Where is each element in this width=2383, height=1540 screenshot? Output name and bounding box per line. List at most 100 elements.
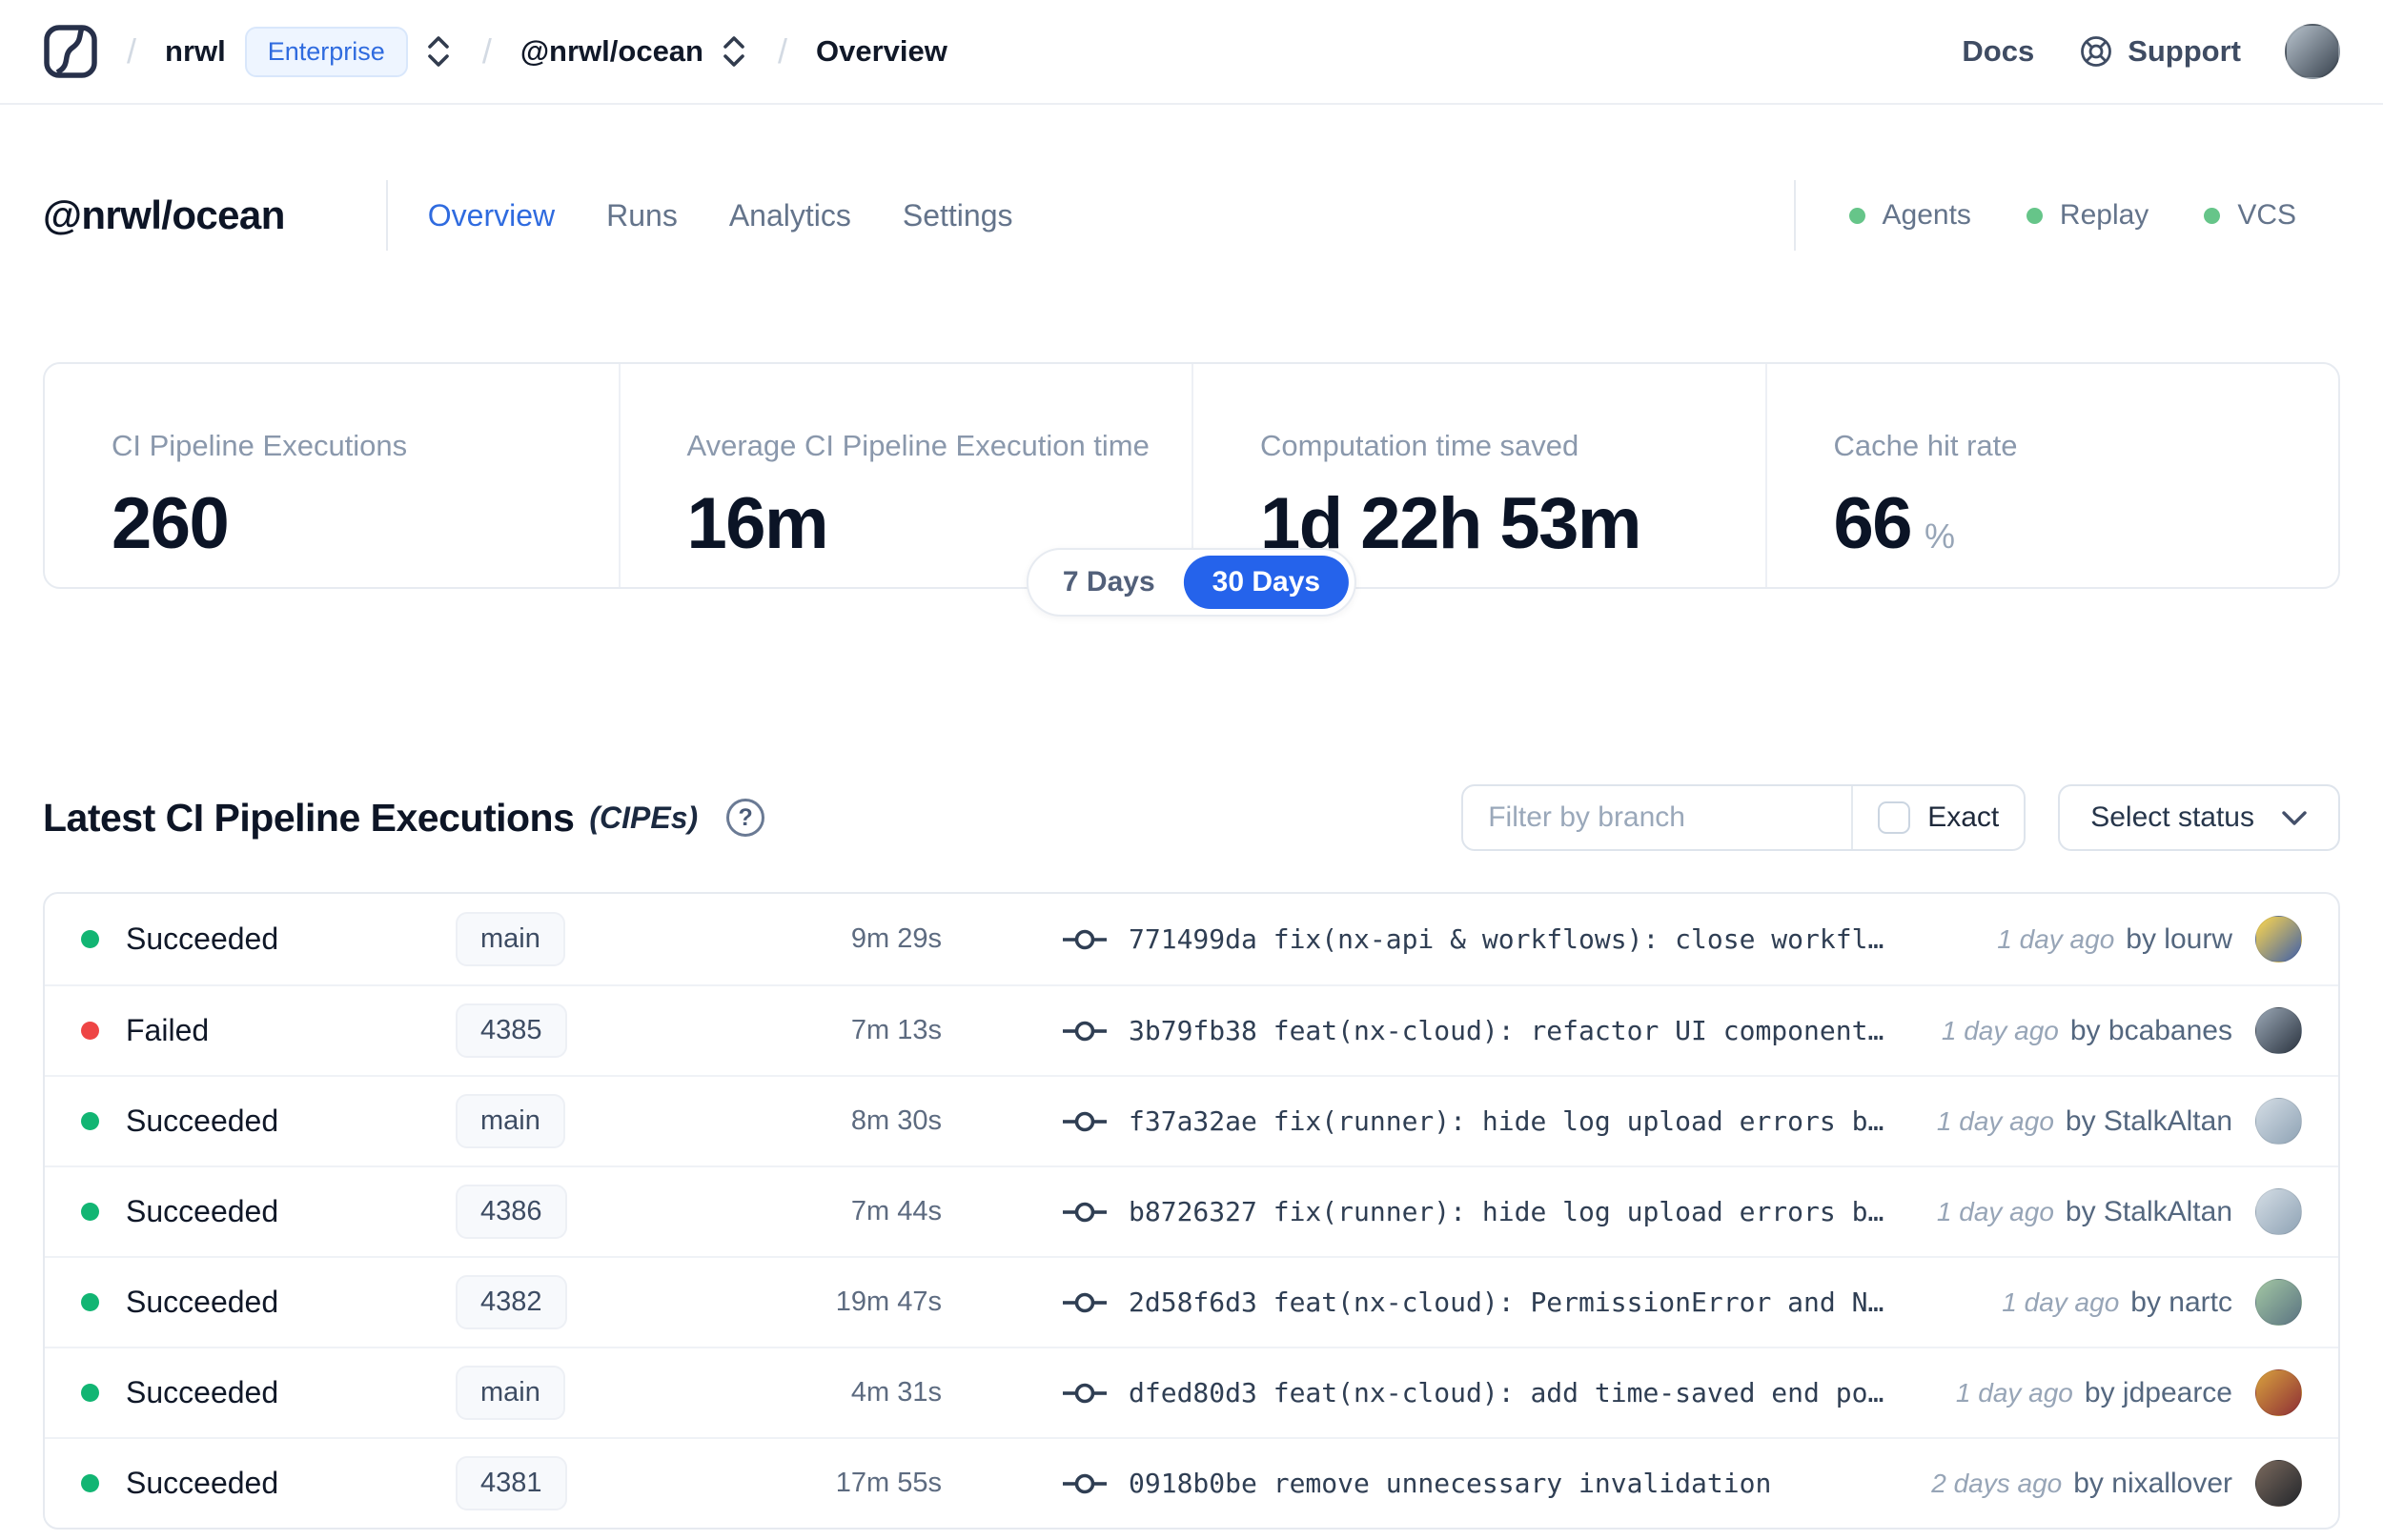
commit-cell: f37a32ae fix(runner): hide log upload er… [1062,1105,1908,1137]
branch-badge: 4385 [456,1003,567,1058]
exact-checkbox[interactable] [1878,801,1911,834]
breadcrumb-separator: / [481,31,492,71]
cipe-status: Succeeded [126,922,279,956]
cipe-status: Succeeded [126,1285,279,1319]
header-divider [385,180,388,251]
cipe-meta: 1 day ago by bcabanes [1942,1007,2302,1054]
status-vcs[interactable]: VCS [2204,199,2296,232]
branch-badge: 4381 [456,1456,567,1510]
commit-cell: 3b79fb38 feat(nx-cloud): refactor UI com… [1062,1015,1913,1046]
author-avatar [2255,1188,2302,1235]
breadcrumb-page: Overview [816,34,947,68]
commit-hash: 2d58f6d3 [1129,1287,1257,1318]
cipe-meta: 1 day ago by StalkAltan [1937,1098,2302,1145]
status-dot [81,1203,99,1221]
breadcrumb: / nrwl Enterprise / @nrwl/ocean / Overvi… [43,24,947,79]
branch-filter-input[interactable] [1463,786,1852,849]
tab-settings[interactable]: Settings [903,198,1013,233]
enterprise-badge: Enterprise [244,26,408,77]
branch-column: main [456,1094,661,1148]
breadcrumb-separator: / [127,31,137,71]
exact-match-control: Exact [1851,786,2024,849]
cipe-duration: 9m 29s [850,923,942,954]
workspace-switcher-icon[interactable] [719,30,749,72]
commit-hash: 3b79fb38 [1129,1015,1257,1046]
commit-message: feat(nx-cloud): refactor UI component… [1273,1015,1884,1046]
cipe-row[interactable]: Succeeded main 9m 29s 771499da fix(nx-ap… [45,894,2338,984]
range-7days-button[interactable]: 7 Days [1034,556,1184,609]
breadcrumb-workspace[interactable]: @nrwl/ocean [520,30,749,72]
commit-icon [1062,1018,1108,1044]
status-select-dropdown[interactable]: Select status [2058,784,2340,851]
nx-cloud-app: / nrwl Enterprise / @nrwl/ocean / Overvi… [0,0,2383,1540]
status-agents[interactable]: Agents [1848,199,1971,232]
vcs-status-dot [2204,207,2221,224]
tab-analytics[interactable]: Analytics [729,198,851,233]
commit-text: dfed80d3 feat(nx-cloud): add time-saved … [1129,1377,1884,1408]
commit-cell: 771499da fix(nx-api & workflows): close … [1062,923,1968,955]
help-icon[interactable]: ? [726,799,765,837]
tab-overview[interactable]: Overview [428,198,555,233]
cipe-status: Succeeded [126,1194,279,1228]
cipe-time-ago: 1 day ago [2002,1287,2120,1317]
percent-suffix: % [1925,517,1956,556]
stat-card-executions: CI Pipeline Executions 260 [45,364,619,587]
commit-icon [1062,1108,1108,1135]
breadcrumb-org[interactable]: nrwl Enterprise [165,26,454,77]
cipe-row[interactable]: Succeeded 4386 7m 44s b8726327 fix(runne… [45,1165,2338,1256]
cipe-row[interactable]: Succeeded main 8m 30s f37a32ae fix(runne… [45,1075,2338,1165]
commit-text: 2d58f6d3 feat(nx-cloud): PermissionError… [1129,1287,1884,1318]
workspace-title: @nrwl/ocean [43,192,285,237]
cipe-author: by jdpearce [2084,1376,2232,1408]
commit-icon [1062,1289,1108,1316]
org-switcher-icon[interactable] [423,30,454,72]
user-avatar[interactable] [2285,24,2340,79]
cipe-status: Succeeded [126,1104,279,1138]
commit-icon [1062,1380,1108,1407]
range-30days-button[interactable]: 30 Days [1183,556,1350,609]
support-link[interactable]: Support [2078,33,2241,70]
nx-cloud-logo-icon[interactable] [43,24,98,79]
commit-text: 3b79fb38 feat(nx-cloud): refactor UI com… [1129,1015,1884,1046]
cipe-title-suffix: (CIPEs) [589,800,699,835]
commit-cell: b8726327 fix(runner): hide log upload er… [1062,1196,1908,1227]
branch-column: 4381 [456,1456,661,1510]
commit-cell: dfed80d3 feat(nx-cloud): add time-saved … [1062,1377,1927,1408]
cipe-row[interactable]: Succeeded 4381 17m 55s 0918b0be remove u… [45,1437,2338,1528]
date-range-toggle: 7 Days 30 Days [1026,548,1357,617]
branch-column: 4382 [456,1275,661,1329]
stat-card-cache-hit: Cache hit rate 66% [1764,364,2339,587]
cipe-duration: 7m 44s [850,1196,942,1226]
cipe-meta: 1 day ago by jdpearce [1956,1369,2302,1416]
commit-message: fix(nx-api & workflows): close workfl… [1273,923,1884,955]
cipe-author: by bcabanes [2069,1014,2232,1046]
commit-cell: 0918b0be remove unnecessary invalidation [1062,1468,1903,1499]
navbar-actions: Docs Support [1962,24,2340,79]
stat-value: 260 [112,483,230,564]
status-dot [81,1474,99,1492]
workspace-name: @nrwl/ocean [519,34,703,68]
cipe-row[interactable]: Succeeded main 4m 31s dfed80d3 feat(nx-c… [45,1347,2338,1437]
status-replay[interactable]: Replay [2026,199,2149,232]
docs-link[interactable]: Docs [1962,34,2034,69]
workspace-header: @nrwl/ocean Overview Runs Analytics Sett… [0,180,2383,251]
tab-runs[interactable]: Runs [606,198,678,233]
cipe-row[interactable]: Failed 4385 7m 13s 3b79fb38 feat(nx-clou… [45,984,2338,1075]
branch-badge: 4382 [456,1275,567,1329]
branch-column: main [456,912,661,966]
cipe-meta: 1 day ago by nartc [2002,1279,2302,1326]
commit-cell: 2d58f6d3 feat(nx-cloud): PermissionError… [1062,1287,1973,1318]
author-avatar [2255,1460,2302,1507]
cipe-duration: 19m 47s [835,1287,942,1317]
cipe-duration: 4m 31s [850,1377,942,1408]
cipe-status: Failed [126,1013,210,1047]
status-dot [81,1384,99,1402]
branch-badge: main [456,912,565,966]
author-avatar [2255,916,2302,962]
commit-text: b8726327 fix(runner): hide log upload er… [1129,1196,1884,1227]
branch-column: 4385 [456,1003,661,1058]
commit-icon [1062,926,1108,953]
cipe-status: Succeeded [126,1375,279,1409]
cipe-row[interactable]: Succeeded 4382 19m 47s 2d58f6d3 feat(nx-… [45,1256,2338,1347]
cipe-time-ago: 2 days ago [1931,1468,2063,1498]
